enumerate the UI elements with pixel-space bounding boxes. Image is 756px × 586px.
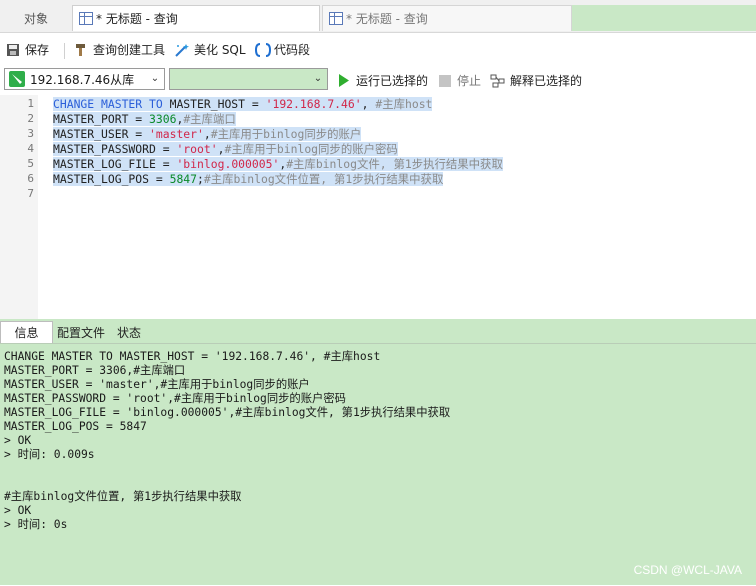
- code-token: 'master': [149, 127, 204, 141]
- code-token: MASTER_PASSWORD =: [53, 142, 177, 156]
- chevron-down-icon: ⌄: [150, 73, 160, 84]
- code-token: '192.168.7.46': [265, 97, 362, 111]
- tab-info[interactable]: 信息: [0, 321, 53, 343]
- output-line: > OK: [4, 504, 32, 517]
- explain-selected-label: 解释已选择的: [510, 74, 583, 88]
- braces-icon: [255, 42, 271, 57]
- tab-query-1-label: * 无标题 - 查询: [96, 12, 178, 26]
- code-token: 'binlog.000005': [176, 157, 280, 171]
- result-tab-bar: 信息 配置文件 状态: [0, 319, 756, 343]
- code-token: 5847: [169, 172, 198, 186]
- code-token: #主库端口: [183, 112, 236, 126]
- tab-objects-label: 对象: [23, 11, 48, 26]
- document-tab-bar: 对象 * 无标题 - 查询 * 无标题 - 查询: [0, 0, 756, 33]
- run-selected-button[interactable]: 运行已选择的: [338, 72, 428, 89]
- hammer-icon: [76, 43, 85, 56]
- connection-icon: [9, 71, 25, 87]
- result-panel: 信息 配置文件 状态 CHANGE MASTER TO MASTER_HOST …: [0, 319, 756, 585]
- tab-objects[interactable]: 对象: [0, 5, 72, 31]
- tab-query-2-label: * 无标题 - 查询: [346, 12, 428, 26]
- connection-select[interactable]: 192.168.7.46从库 ⌄: [4, 68, 165, 90]
- code-token: CHANGE MASTER TO: [53, 97, 163, 111]
- tab-profile[interactable]: 配置文件: [55, 321, 107, 343]
- output-line: #主库binlog文件位置, 第1步执行结果中获取: [4, 490, 242, 503]
- explain-selected-button[interactable]: 解释已选择的: [490, 72, 582, 89]
- code-token: MASTER_LOG_POS =: [53, 172, 170, 186]
- code-token: #主库binlog文件, 第1步执行结果中获取: [286, 157, 503, 171]
- code-token: MASTER_LOG_FILE =: [53, 157, 177, 171]
- code-line: CHANGE MASTER TO MASTER_HOST = '192.168.…: [53, 97, 433, 111]
- output-line: MASTER_PASSWORD = 'root',#主库用于binlog同步的账…: [4, 392, 346, 405]
- beautify-sql-label: 美化 SQL: [194, 43, 246, 57]
- code-token: 3306: [149, 112, 177, 126]
- query-table-icon: [329, 12, 343, 25]
- tab-status-label: 状态: [116, 325, 141, 340]
- query-builder-label: 查询创建工具: [93, 43, 166, 57]
- output-line: MASTER_USER = 'master',#主库用于binlog同步的账户: [4, 378, 310, 391]
- code-token: ,: [203, 127, 211, 141]
- code-token: ;: [197, 172, 204, 186]
- code-token: MASTER_HOST =: [162, 97, 266, 111]
- connection-bar: 192.168.7.46从库 ⌄ ⌄ 运行已选择的 停止 解释已选择的: [0, 65, 756, 95]
- output-line: MASTER_LOG_FILE = 'binlog.000005',#主库bin…: [4, 406, 451, 419]
- code-token: MASTER_PORT =: [53, 112, 150, 126]
- output-line: > 时间: 0.009s: [4, 448, 95, 461]
- save-button[interactable]: 保存: [6, 41, 49, 58]
- tab-query-2[interactable]: * 无标题 - 查询: [322, 5, 572, 31]
- tab-status[interactable]: 状态: [109, 321, 149, 343]
- code-line: MASTER_LOG_POS = 5847;#主库binlog文件位置, 第1步…: [53, 172, 444, 186]
- code-token: 'root': [176, 142, 218, 156]
- code-token: #主库binlog文件位置, 第1步执行结果中获取: [203, 172, 444, 186]
- save-label: 保存: [25, 43, 50, 57]
- beautify-sql-button[interactable]: 美化 SQL: [174, 41, 246, 58]
- query-builder-button[interactable]: 查询创建工具: [74, 41, 165, 58]
- code-snippet-button[interactable]: 代码段: [255, 41, 310, 58]
- info-output[interactable]: CHANGE MASTER TO MASTER_HOST = '192.168.…: [0, 343, 756, 586]
- code-token: #主库用于binlog同步的账户: [210, 127, 362, 141]
- stop-button[interactable]: 停止: [439, 72, 481, 89]
- tab-bar-filler: [572, 5, 756, 31]
- sql-editor[interactable]: 1234567 CHANGE MASTER TO MASTER_HOST = '…: [0, 95, 756, 319]
- output-line: MASTER_PORT = 3306,#主库端口: [4, 364, 186, 377]
- play-icon: [339, 74, 349, 87]
- connection-select-value: 192.168.7.46从库: [30, 72, 135, 87]
- watermark: CSDN @WCL-JAVA: [633, 563, 742, 577]
- query-table-icon: [79, 12, 93, 25]
- editor-toolbar: 保存 查询创建工具 美化 SQL 代码段: [0, 33, 756, 65]
- code-snippet-label: 代码段: [274, 43, 311, 57]
- tab-info-label: 信息: [14, 326, 39, 340]
- output-line: CHANGE MASTER TO MASTER_HOST = '192.168.…: [4, 350, 381, 363]
- output-line: MASTER_LOG_POS = 5847: [4, 420, 147, 433]
- code-token: MASTER_USER =: [53, 127, 150, 141]
- output-line: > 时间: 0s: [4, 518, 68, 531]
- code-token: #主库host: [375, 97, 433, 111]
- run-selected-label: 运行已选择的: [356, 74, 429, 88]
- toolbar-divider: [64, 43, 65, 59]
- code-line: MASTER_PASSWORD = 'root',#主库用于binlog同步的账…: [53, 142, 398, 156]
- explain-icon: [490, 74, 505, 87]
- wand-icon: [175, 43, 189, 57]
- code-line: MASTER_PORT = 3306,#主库端口: [53, 112, 236, 126]
- stop-label: 停止: [457, 74, 482, 88]
- stop-icon: [439, 74, 451, 87]
- code-line: MASTER_LOG_FILE = 'binlog.000005',#主库bin…: [53, 157, 503, 171]
- chevron-down-icon: ⌄: [313, 73, 323, 84]
- code-token: ,: [361, 97, 376, 111]
- code-line: MASTER_USER = 'master',#主库用于binlog同步的账户: [53, 127, 362, 141]
- output-line: > OK: [4, 434, 32, 447]
- database-select[interactable]: ⌄: [169, 68, 328, 90]
- save-icon: [7, 43, 19, 56]
- tab-profile-label: 配置文件: [56, 325, 105, 340]
- tab-query-1[interactable]: * 无标题 - 查询: [72, 5, 320, 31]
- sql-code-area[interactable]: CHANGE MASTER TO MASTER_HOST = '192.168.…: [0, 95, 756, 319]
- code-token: #主库用于binlog同步的账户密码: [224, 142, 398, 156]
